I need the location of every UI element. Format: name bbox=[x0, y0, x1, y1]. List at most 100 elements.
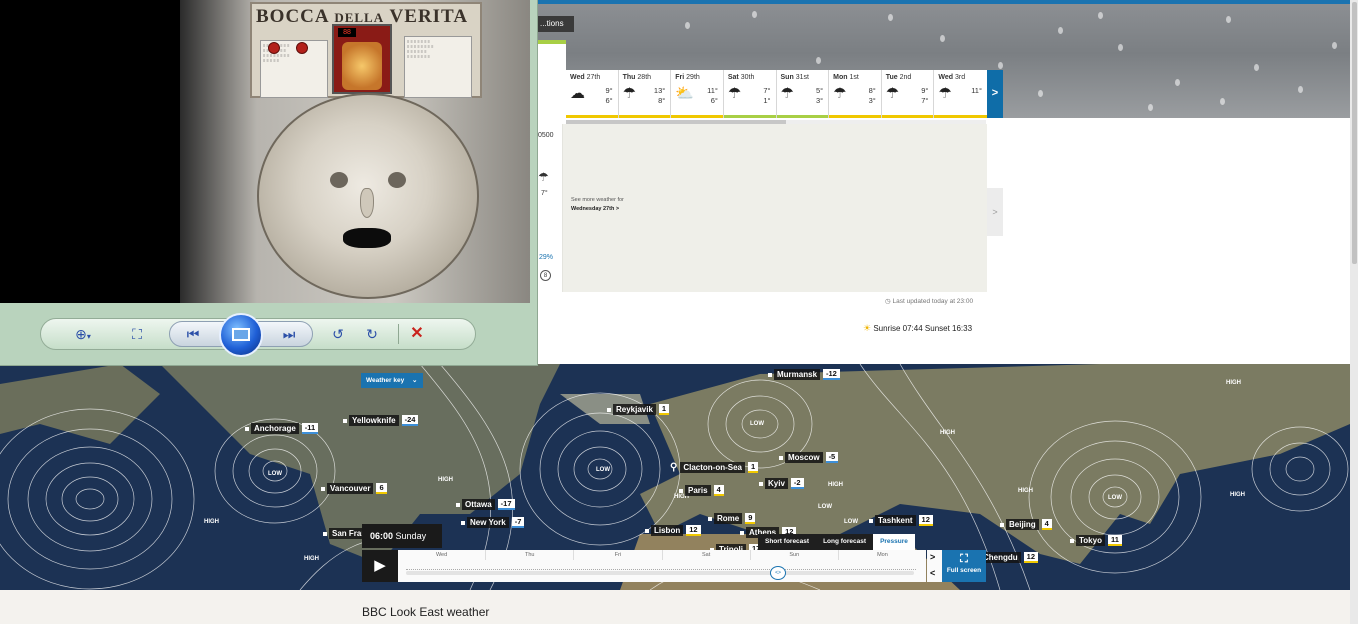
city-marker[interactable]: Tokyo 11 bbox=[1070, 534, 1122, 547]
raindrop bbox=[816, 57, 821, 64]
timeline-slider[interactable]: Wed Thu Fri Sat Sun Mon <> bbox=[398, 550, 926, 582]
slideshow-icon[interactable] bbox=[219, 313, 263, 357]
pressure-label: HIGH bbox=[1230, 492, 1245, 498]
raindrop bbox=[752, 11, 757, 18]
photo-display: 88 bbox=[338, 28, 356, 37]
photo-eye bbox=[388, 172, 406, 188]
city-marker[interactable]: Tashkent 12 bbox=[869, 514, 933, 527]
raindrop bbox=[1254, 64, 1259, 71]
more-weather-link[interactable]: Wednesday 27th > bbox=[571, 206, 619, 212]
pressure-label: LOW bbox=[844, 519, 858, 525]
city-marker[interactable]: Chengdu 12 bbox=[980, 551, 1039, 564]
next-hours-button[interactable]: > bbox=[987, 188, 1003, 236]
header-tab[interactable]: ...tions bbox=[538, 16, 574, 32]
day-label: Sat 30th bbox=[727, 74, 755, 81]
day-label: Wed 3rd bbox=[938, 74, 966, 81]
city-marker[interactable]: Anchorage -11 bbox=[245, 422, 319, 435]
city-marker[interactable]: Lisbon 12 bbox=[645, 524, 701, 537]
zoom-icon[interactable]: ⊕▾ bbox=[66, 321, 100, 347]
max-temp: 13° bbox=[653, 86, 666, 95]
city-marker[interactable]: Reykjavik 1 bbox=[607, 403, 670, 416]
day-tile[interactable]: Sun 31st ☂ 5° 3° bbox=[776, 70, 830, 118]
pressure-label: HIGH bbox=[438, 477, 453, 483]
city-marker[interactable]: Murmansk -12 bbox=[768, 368, 840, 381]
temp-color-bar bbox=[934, 115, 987, 118]
rotate-right-icon[interactable]: ↻ bbox=[360, 321, 384, 347]
city-marker[interactable]: Moscow -5 bbox=[779, 451, 839, 464]
pressure-label: LOW bbox=[818, 504, 832, 510]
city-marker[interactable]: Yellowknife -24 bbox=[343, 414, 419, 427]
photo-eye bbox=[330, 172, 348, 188]
pressure-label: HIGH bbox=[1226, 380, 1241, 386]
photo-red-button bbox=[296, 42, 308, 54]
city-marker[interactable]: Kyiv -2 bbox=[759, 477, 804, 490]
more-weather-panel[interactable]: See more weather for Wednesday 27th > bbox=[562, 124, 987, 292]
temp-color-bar bbox=[618, 115, 671, 118]
timeline-day: Mon bbox=[877, 552, 888, 558]
photo-hand bbox=[342, 42, 382, 90]
city-marker[interactable]: Ottawa -17 bbox=[456, 498, 515, 511]
last-updated-text: ◷ Last updated today at 23:00 bbox=[885, 298, 974, 305]
city-marker[interactable]: Vancouver 6 bbox=[321, 482, 387, 495]
pressure-label: LOW bbox=[750, 421, 764, 427]
forecast-time: 06:00 Sunday bbox=[362, 524, 442, 548]
sun-cloud-icon: ⛅ bbox=[675, 85, 694, 102]
weather-key-button[interactable]: Weather key ⌄ bbox=[361, 373, 423, 388]
step-back-icon[interactable]: < bbox=[930, 568, 935, 578]
next-icon[interactable]: ⏭ bbox=[276, 321, 302, 347]
tab-long-forecast[interactable]: Long forecast bbox=[816, 534, 874, 550]
page-scrollbar[interactable] bbox=[1350, 0, 1358, 624]
raindrop bbox=[1226, 16, 1231, 23]
max-temp: 11° bbox=[707, 86, 718, 95]
day-label: Fri 29th bbox=[675, 74, 700, 81]
day-tile[interactable]: Tue 2nd ☂ 9° 7° bbox=[881, 70, 935, 118]
more-weather-text: See more weather for bbox=[571, 197, 624, 203]
city-marker[interactable]: ⚲ Clacton-on-Sea 1 bbox=[670, 461, 759, 474]
day-tile[interactable]: Wed 3rd ☂ 11° bbox=[934, 70, 987, 118]
play-button[interactable]: ▶ bbox=[362, 550, 398, 582]
city-marker[interactable]: Rome 9 bbox=[708, 512, 756, 525]
sunrise-sunset: ☀ Sunrise 07:44 Sunset 16:33 bbox=[863, 323, 973, 333]
temp-color-bar bbox=[881, 115, 934, 118]
day-tile[interactable]: Thu 28th ☂ 13° 8° bbox=[618, 70, 672, 118]
fit-window-icon[interactable]: ⛶ bbox=[124, 321, 150, 347]
city-marker[interactable]: Beijing 4 bbox=[1000, 518, 1052, 531]
wind-icon: 8 bbox=[540, 270, 551, 281]
tab-pressure[interactable]: Pressure bbox=[873, 534, 915, 550]
timeline-days: Wed Thu Fri Sat Sun Mon bbox=[398, 550, 926, 560]
day-label: Wed 27th bbox=[570, 74, 601, 81]
cloud-icon: ☁ bbox=[570, 85, 585, 102]
day-tile[interactable]: Wed 27th ☁ 9° 6° bbox=[566, 70, 619, 118]
photo-hand-panel: 88 bbox=[332, 24, 392, 94]
hourly-precip: 29% bbox=[539, 254, 554, 261]
day-tile[interactable]: Fri 29th ⛅ 11° 6° bbox=[671, 70, 724, 118]
timeline-day: Sun bbox=[751, 550, 839, 560]
fullscreen-button[interactable]: ⛶ Full screen bbox=[942, 550, 986, 582]
rotate-left-icon[interactable]: ↺ bbox=[326, 321, 350, 347]
fullscreen-icon: ⛶ bbox=[960, 553, 968, 565]
previous-icon[interactable]: ⏮ bbox=[180, 321, 206, 347]
photo-mouth bbox=[343, 228, 391, 248]
timeline-track[interactable] bbox=[406, 571, 914, 575]
delete-icon[interactable]: ✕ bbox=[406, 321, 428, 347]
hourly-time: 0500 bbox=[538, 132, 554, 139]
pressure-label: HIGH bbox=[828, 482, 843, 488]
photo-plate-right: ≡ ≡ ≡ ≡ ≡ ≡ ≡ ≡ ≡ ≡ ≡ ≡ ≡ ≡ ≡ ≡ ≡ ≡ ≡ ≡ ≡ ≡… bbox=[404, 36, 472, 98]
day-tile[interactable]: Mon 1st ☂ 8° 3° bbox=[829, 70, 882, 118]
min-temp: 1° bbox=[763, 96, 771, 105]
raindrop bbox=[940, 35, 945, 42]
city-marker[interactable]: Paris 4 bbox=[679, 484, 724, 497]
raindrop bbox=[1298, 86, 1303, 93]
play-icon: ▶ bbox=[374, 557, 386, 574]
timeline-handle[interactable]: <> bbox=[770, 566, 786, 580]
max-temp: 9° bbox=[605, 86, 613, 95]
scrollbar-thumb[interactable] bbox=[1352, 2, 1357, 264]
min-temp: 3° bbox=[815, 96, 824, 105]
raindrop bbox=[1058, 27, 1063, 34]
city-marker[interactable]: New York -7 bbox=[461, 516, 525, 529]
day-tile[interactable]: Sat 30th ☂ 7° 1° bbox=[723, 70, 777, 118]
rain-cloud-icon: ☂ bbox=[780, 85, 794, 102]
next-days-button[interactable]: > bbox=[987, 70, 1003, 118]
step-forward-icon[interactable]: > bbox=[930, 552, 935, 562]
tab-short-forecast[interactable]: Short forecast bbox=[758, 534, 817, 550]
